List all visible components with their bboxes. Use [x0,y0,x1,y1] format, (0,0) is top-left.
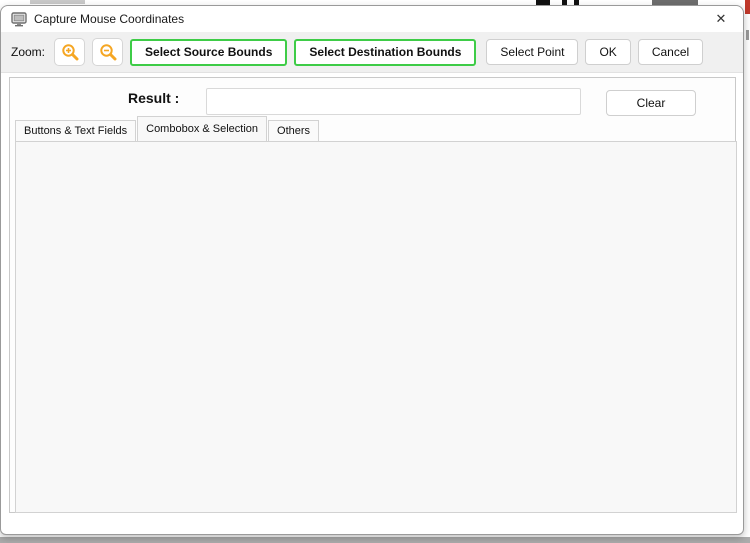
tab-page-combobox-selection [15,141,737,513]
title-bar: Capture Mouse Coordinates ✕ [1,6,743,32]
select-source-bounds-button[interactable]: Select Source Bounds [130,39,287,66]
tab-combobox-selection[interactable]: Combobox & Selection [137,116,267,141]
background-app-fragment [30,0,85,4]
tab-others[interactable]: Others [268,120,319,141]
close-icon[interactable]: ✕ [711,10,731,28]
capture-mouse-coordinates-dialog: Capture Mouse Coordinates ✕ Zoom: [0,5,744,535]
window-title: Capture Mouse Coordinates [34,12,184,26]
result-label: Result : [128,90,179,106]
select-destination-bounds-button[interactable]: Select Destination Bounds [294,39,476,66]
cancel-button[interactable]: Cancel [638,39,703,65]
zoom-label: Zoom: [11,45,45,59]
clear-button[interactable]: Clear [606,90,696,116]
background-app-fragment [746,30,749,40]
select-point-button[interactable]: Select Point [486,39,578,65]
app-window-icon [11,12,27,27]
toolbar: Zoom: [1,32,743,73]
result-input[interactable] [206,88,581,115]
background-app-fragment [745,0,750,14]
tab-buttons-text-fields[interactable]: Buttons & Text Fields [15,120,136,141]
tab-strip: Buttons & Text Fields Combobox & Selecti… [15,120,320,141]
zoom-out-button[interactable] [92,38,123,66]
background-taskbar-strip [0,537,750,543]
zoom-in-button[interactable] [54,38,85,66]
zoom-in-icon [61,43,79,61]
screen: Capture Mouse Coordinates ✕ Zoom: [0,0,750,543]
zoom-out-icon [99,43,117,61]
ok-button[interactable]: OK [585,39,630,65]
